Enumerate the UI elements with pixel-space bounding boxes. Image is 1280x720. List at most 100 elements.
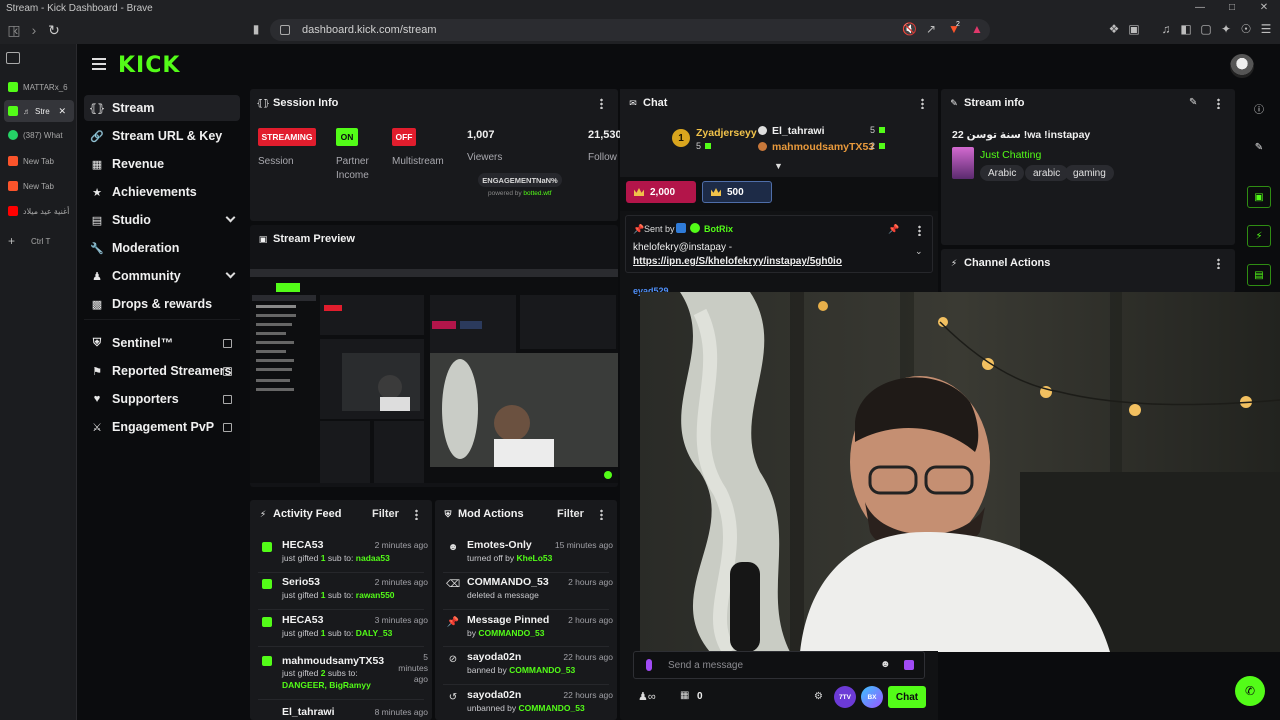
- edit-icon[interactable]: ✎: [1189, 97, 1197, 108]
- media-icon[interactable]: ♫: [1159, 22, 1173, 36]
- sidebar-item-moderation[interactable]: 🔧 Moderation: [84, 235, 240, 261]
- leaderboard-user-2[interactable]: El_tahrawi: [772, 125, 825, 137]
- sidebar-item-revenue[interactable]: ▦ Revenue: [84, 151, 240, 177]
- tab-panel-icon[interactable]: [6, 52, 20, 64]
- chat-send-button[interactable]: Chat: [888, 686, 926, 708]
- goal-pill-primary[interactable]: 2,000: [626, 181, 696, 203]
- sidebar-item-sentinel[interactable]: ⛨ Sentinel™: [84, 330, 240, 356]
- unpin-icon[interactable]: 📌: [888, 224, 899, 235]
- activity-user[interactable]: HECA53: [282, 614, 323, 626]
- tab-youtube[interactable]: أغنية عيد ميلاد: [4, 200, 74, 222]
- activity-user[interactable]: mahmoudsamyTX53: [282, 655, 384, 667]
- tab-new-2[interactable]: New Tab: [4, 175, 74, 197]
- mod-actor[interactable]: COMMANDO_53: [519, 703, 585, 713]
- hamburger-menu-icon[interactable]: [92, 58, 106, 70]
- more-options-icon[interactable]: [918, 225, 921, 236]
- mod-action-title[interactable]: sayoda02n: [467, 689, 521, 701]
- sidebar-item-reported-streamers[interactable]: ⚑ Reported Streamers: [84, 358, 240, 384]
- sidebar-item-stream[interactable]: ⦃⦄ Stream: [84, 95, 240, 121]
- reload-icon[interactable]: ↻: [44, 20, 64, 40]
- tab-stream-dashboard[interactable]: ♬ Stre ✕: [4, 100, 74, 122]
- community-icon[interactable]: ♟∞: [638, 690, 656, 703]
- quick-action-notes-icon[interactable]: ▤: [1247, 264, 1271, 286]
- support-headset-icon[interactable]: ✆: [1235, 676, 1265, 706]
- emoji-icon[interactable]: ☻: [880, 659, 891, 670]
- more-options-icon[interactable]: [921, 98, 924, 109]
- share-icon[interactable]: ↗: [924, 22, 938, 36]
- sidebar-item-community[interactable]: ♟ Community: [84, 263, 240, 289]
- chevron-down-icon[interactable]: ⌄: [915, 246, 923, 257]
- activity-filter-button[interactable]: Filter: [372, 508, 399, 520]
- new-tab-button[interactable]: + Ctrl T: [4, 230, 74, 252]
- user-avatar[interactable]: [1230, 54, 1254, 78]
- mod-actor[interactable]: COMMANDO_53: [509, 665, 575, 675]
- wallet-icon[interactable]: ▢: [1199, 22, 1213, 36]
- muted-audio-icon[interactable]: ♬: [23, 107, 31, 116]
- sidebar-item-engagement-pvp[interactable]: ⚔ Engagement PvP: [84, 414, 240, 440]
- tag-arabic-lower[interactable]: arabic: [1025, 165, 1069, 181]
- sidebar-item-supporters[interactable]: ♥ Supporters: [84, 386, 240, 412]
- more-options-icon[interactable]: [1217, 98, 1220, 109]
- pencil-icon[interactable]: ✎: [1247, 136, 1271, 158]
- back-icon[interactable]: ‹: [6, 20, 26, 40]
- bookmark-icon[interactable]: ▮: [249, 22, 263, 36]
- info-icon[interactable]: ⓘ: [1247, 97, 1271, 119]
- tag-gaming[interactable]: gaming: [1065, 165, 1114, 181]
- kick-logo[interactable]: KICK: [118, 53, 180, 78]
- activity-user[interactable]: El_tahrawi: [282, 706, 335, 718]
- minimize-icon[interactable]: —: [1184, 0, 1216, 16]
- sidebar-item-drops-rewards[interactable]: ▩ Drops & rewards: [84, 291, 240, 317]
- extension-button[interactable]: BX: [861, 686, 883, 708]
- quick-action-screen-icon[interactable]: ▣: [1247, 186, 1271, 208]
- pinned-sender[interactable]: BotRix: [704, 224, 733, 234]
- menu-icon[interactable]: ☰: [1259, 22, 1273, 36]
- powered-by-brand[interactable]: botted.wtf: [523, 190, 551, 197]
- collapse-icon[interactable]: ▼: [774, 161, 783, 171]
- pinned-link[interactable]: https://ipn.eg/S/khelofekryy/instapay/5g…: [633, 256, 842, 267]
- mod-filter-button[interactable]: Filter: [557, 508, 584, 520]
- mod-actor[interactable]: COMMANDO_53: [478, 628, 544, 638]
- 7tv-button[interactable]: 7TV: [834, 686, 856, 708]
- category-thumbnail[interactable]: [952, 147, 974, 179]
- maximize-icon[interactable]: □: [1216, 0, 1248, 16]
- activity-user[interactable]: HECA53: [282, 539, 323, 551]
- more-options-icon[interactable]: [1217, 258, 1220, 269]
- sidebar-item-studio[interactable]: ▤ Studio: [84, 207, 240, 233]
- gift-recipient[interactable]: rawan550: [356, 590, 395, 600]
- tab-new-1[interactable]: New Tab: [4, 150, 74, 172]
- voice-icon[interactable]: [646, 659, 652, 671]
- leo-icon[interactable]: ✦: [1219, 22, 1233, 36]
- close-tab-icon[interactable]: ✕: [58, 106, 66, 117]
- mod-action-title[interactable]: COMMANDO_53: [467, 576, 549, 588]
- stream-preview-video[interactable]: [250, 269, 618, 483]
- tab-whatsapp[interactable]: (387) What: [4, 124, 74, 146]
- mod-action-title[interactable]: sayoda02n: [467, 651, 521, 663]
- vpn-icon[interactable]: ☉: [1239, 22, 1253, 36]
- tab-mattarx[interactable]: MATTARx_6: [4, 76, 74, 98]
- more-options-icon[interactable]: [600, 98, 603, 109]
- more-options-icon[interactable]: [600, 509, 603, 520]
- mod-actor[interactable]: KheLo53: [516, 553, 552, 563]
- category-name[interactable]: Just Chatting: [980, 149, 1041, 161]
- leaderboard-user-1[interactable]: Zyadjerseyy: [696, 127, 757, 139]
- goal-pill-secondary[interactable]: 500: [702, 181, 772, 203]
- emote-picker-icon[interactable]: [904, 660, 914, 670]
- site-info-icon[interactable]: [280, 25, 290, 35]
- forward-icon[interactable]: ›: [24, 20, 44, 40]
- screenshot-icon[interactable]: ▣: [1127, 22, 1141, 36]
- gift-recipient[interactable]: nadaa53: [356, 553, 390, 563]
- rewards-icon[interactable]: ▲: [970, 22, 984, 36]
- address-bar[interactable]: dashboard.kick.com/stream: [270, 19, 990, 41]
- more-options-icon[interactable]: [415, 509, 418, 520]
- sidebar-item-stream-url-key[interactable]: 🔗 Stream URL & Key: [84, 123, 240, 149]
- sidebar-item-achievements[interactable]: ★ Achievements: [84, 179, 240, 205]
- quick-action-bolt-icon[interactable]: ⚡: [1247, 225, 1271, 247]
- activity-user[interactable]: Serio53: [282, 576, 320, 588]
- tag-arabic[interactable]: Arabic: [980, 165, 1025, 181]
- gift-recipient[interactable]: DANGEER, BigRamyy: [282, 680, 371, 690]
- gift-recipient[interactable]: DALY_53: [356, 628, 393, 638]
- leaderboard-user-3[interactable]: mahmoudsamyTX53: [772, 141, 874, 153]
- extensions-icon[interactable]: ❖: [1107, 22, 1121, 36]
- mute-icon[interactable]: 🔇: [902, 22, 917, 36]
- sidebar-icon[interactable]: ◧: [1179, 22, 1193, 36]
